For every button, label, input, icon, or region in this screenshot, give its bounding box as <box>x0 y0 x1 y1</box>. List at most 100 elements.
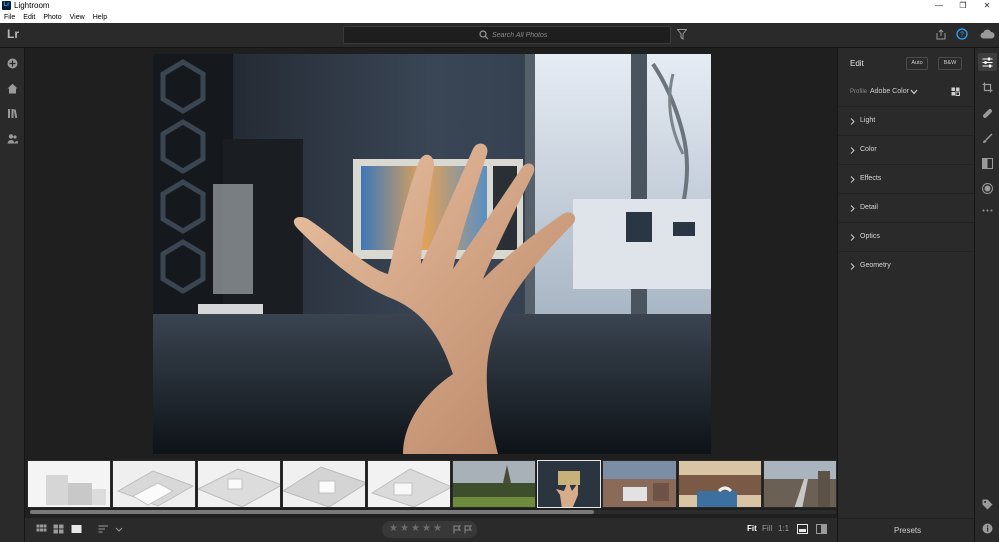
chevron-right-icon <box>850 147 855 154</box>
profile-chevron-down-icon[interactable] <box>910 89 918 95</box>
section-geometry[interactable]: Geometry <box>838 251 975 280</box>
menu-bar: File Edit Photo View Help <box>0 12 999 23</box>
section-label: Optics <box>860 233 880 240</box>
reject-flag-icon[interactable] <box>464 525 472 534</box>
cloud-sync-icon[interactable] <box>980 29 995 39</box>
section-detail[interactable]: Detail <box>838 193 975 222</box>
section-color[interactable]: Color <box>838 135 975 164</box>
menu-view[interactable]: View <box>66 12 89 23</box>
star-4-icon[interactable]: ★ <box>422 523 431 535</box>
section-label: Detail <box>860 204 878 211</box>
menu-photo[interactable]: Photo <box>39 12 65 23</box>
filmstrip-scrollbar-thumb[interactable] <box>30 510 594 514</box>
star-3-icon[interactable]: ★ <box>411 523 420 535</box>
lightroom-app-icon: Lr <box>2 1 11 10</box>
edit-panel: Edit Auto B&W Profile Adobe Color Light … <box>837 48 975 542</box>
section-label: Color <box>860 146 877 153</box>
section-effects[interactable]: Effects <box>838 164 975 193</box>
info-icon[interactable] <box>982 523 993 534</box>
chevron-right-icon <box>850 176 855 183</box>
library-icon[interactable] <box>7 108 18 119</box>
section-optics[interactable]: Optics <box>838 222 975 251</box>
maximize-button[interactable]: ❐ <box>951 0 975 12</box>
filmstrip-thumbnail[interactable] <box>27 460 111 508</box>
photo-grid-view-icon[interactable] <box>53 524 64 534</box>
top-toolbar: Lr ? <box>0 23 999 48</box>
svg-text:?: ? <box>960 32 964 39</box>
profile-browser-icon[interactable] <box>951 87 960 96</box>
section-label: Light <box>860 117 876 124</box>
zoom-1to1-button[interactable]: 1:1 <box>778 524 789 533</box>
filter-icon[interactable] <box>677 29 687 40</box>
chevron-right-icon <box>850 118 855 125</box>
radial-gradient-icon[interactable] <box>982 183 993 194</box>
filmstrip-thumbnail[interactable] <box>452 460 536 508</box>
chevron-right-icon <box>850 205 855 212</box>
window-title: Lightroom <box>14 1 50 10</box>
photo-image <box>153 54 711 454</box>
close-button[interactable]: ✕ <box>975 0 999 12</box>
crop-rotate-icon[interactable] <box>982 82 993 93</box>
filmstrip-thumbnail[interactable] <box>282 460 366 508</box>
filmstrip-thumbnail-selected[interactable] <box>537 460 601 508</box>
help-icon[interactable]: ? <box>956 28 968 40</box>
square-grid-view-icon[interactable] <box>36 524 47 534</box>
filmstrip-toggle-icon[interactable] <box>797 524 808 534</box>
filmstrip <box>25 458 837 518</box>
left-rail <box>0 48 25 542</box>
menu-file[interactable]: File <box>0 12 19 23</box>
search-box[interactable] <box>343 26 671 44</box>
filmstrip-thumbnail[interactable] <box>197 460 281 508</box>
filmstrip-thumbnail[interactable] <box>112 460 196 508</box>
filmstrip-thumbnail[interactable] <box>763 460 837 508</box>
bottom-bar: ★ ★ ★ ★ ★ Fit Fill 1:1 <box>25 518 837 542</box>
section-label: Effects <box>860 175 882 182</box>
search-input[interactable] <box>492 27 662 43</box>
pick-flag-icon[interactable] <box>453 525 461 534</box>
sort-icon[interactable] <box>98 524 109 534</box>
minimize-button[interactable]: — <box>927 0 951 12</box>
detail-view-icon[interactable] <box>71 524 82 534</box>
profile-label: Profile <box>850 89 868 95</box>
title-bar: Lr Lightroom — ❐ ✕ <box>0 0 999 12</box>
add-photos-icon[interactable] <box>7 58 18 69</box>
section-light[interactable]: Light <box>838 106 975 135</box>
zoom-fit-button[interactable]: Fit <box>747 524 757 533</box>
black-white-button[interactable]: B&W <box>938 57 962 70</box>
share-icon[interactable] <box>936 29 946 40</box>
search-icon <box>479 30 489 40</box>
main-photo[interactable] <box>153 54 711 454</box>
more-icon[interactable] <box>982 205 993 216</box>
filmstrip-thumbnail[interactable] <box>602 460 677 508</box>
star-2-icon[interactable]: ★ <box>400 523 409 535</box>
linear-gradient-icon[interactable] <box>982 158 993 169</box>
healing-brush-icon[interactable] <box>982 108 993 119</box>
section-label: Geometry <box>860 262 891 269</box>
photo-canvas <box>25 48 837 458</box>
profile-dropdown[interactable]: Adobe Color <box>870 88 909 95</box>
brush-icon[interactable] <box>982 133 993 144</box>
window-controls: — ❐ ✕ <box>927 0 999 12</box>
edit-sliders-icon[interactable] <box>982 57 993 68</box>
home-icon[interactable] <box>7 83 18 94</box>
right-rail <box>974 48 999 542</box>
chevron-right-icon <box>850 234 855 241</box>
edit-panel-title: Edit <box>850 59 864 68</box>
rating-and-flags: ★ ★ ★ ★ ★ <box>382 521 477 538</box>
star-1-icon[interactable]: ★ <box>389 523 398 535</box>
sort-chevron-down-icon[interactable] <box>115 524 123 534</box>
presets-button[interactable]: Presets <box>838 518 975 542</box>
tag-icon[interactable] <box>982 499 993 510</box>
people-icon[interactable] <box>7 133 18 144</box>
filmstrip-thumbnail[interactable] <box>678 460 762 508</box>
chevron-right-icon <box>850 263 855 270</box>
filmstrip-thumbnail[interactable] <box>367 460 451 508</box>
compare-view-icon[interactable] <box>816 524 827 534</box>
auto-button[interactable]: Auto <box>906 57 928 70</box>
presets-label: Presets <box>894 526 922 535</box>
menu-edit[interactable]: Edit <box>19 12 39 23</box>
lr-logo: Lr <box>7 27 19 41</box>
zoom-fill-button[interactable]: Fill <box>762 524 772 533</box>
star-5-icon[interactable]: ★ <box>433 523 442 535</box>
menu-help[interactable]: Help <box>89 12 111 23</box>
